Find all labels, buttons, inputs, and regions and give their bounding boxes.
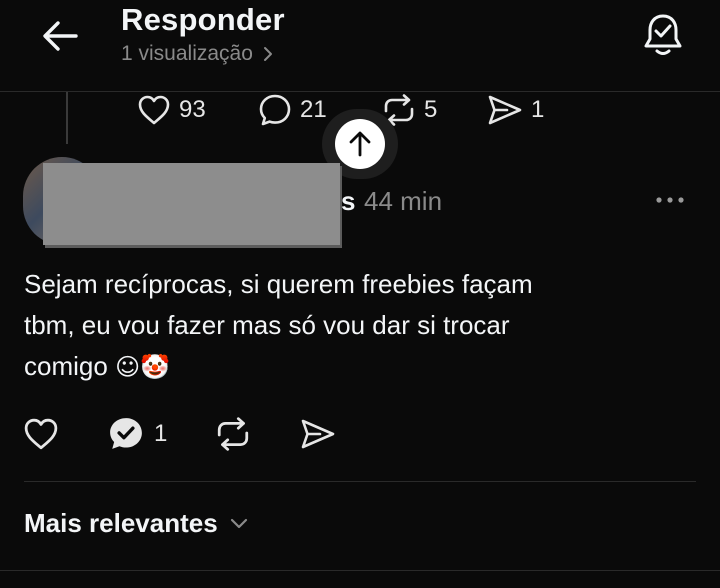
username[interactable]: s: [341, 186, 355, 217]
speech-bubble-icon: [258, 93, 292, 127]
arrow-up-icon: [348, 131, 372, 157]
prev-reply-count: 21: [300, 96, 327, 123]
views-count: 1 visualização: [121, 42, 253, 65]
prev-share-count: 1: [531, 96, 545, 123]
post-time: 44 min: [364, 186, 443, 216]
prev-repost-count: 5: [424, 96, 438, 123]
page-title: Responder: [121, 2, 285, 37]
redacted-username-block: [43, 163, 340, 245]
sort-dropdown[interactable]: Mais relevantes: [24, 508, 248, 539]
repost-icon: [215, 417, 251, 451]
prev-like-button[interactable]: 93: [137, 92, 206, 128]
reply-count: 1: [154, 420, 168, 447]
post-text-line: Sejam recíprocas, si querem freebies faç…: [24, 269, 533, 299]
more-horizontal-icon: [655, 196, 685, 204]
thread-line: [66, 92, 68, 144]
heart-icon: [137, 94, 171, 126]
send-icon: [300, 417, 336, 451]
reply-button[interactable]: 1: [108, 414, 167, 454]
chevron-right-icon: [263, 46, 273, 62]
reply-check-icon: [108, 416, 144, 452]
back-button[interactable]: [38, 16, 82, 56]
share-button[interactable]: [300, 414, 336, 454]
sort-label: Mais relevantes: [24, 508, 218, 538]
views-link[interactable]: 1 visualização: [121, 42, 273, 66]
repost-button[interactable]: [215, 414, 251, 454]
heart-icon: [22, 417, 60, 451]
more-options-button[interactable]: [652, 188, 688, 212]
notifications-button[interactable]: [638, 10, 688, 60]
send-icon: [487, 94, 523, 126]
header-divider: [0, 91, 720, 92]
prev-like-count: 93: [179, 96, 206, 123]
section-divider: [0, 570, 720, 571]
like-button[interactable]: [22, 414, 60, 454]
section-divider: [24, 481, 696, 482]
post-text-line: comigo ☺🤡: [24, 346, 664, 388]
prev-share-button[interactable]: 1: [487, 92, 544, 128]
emoji-smile-clown: ☺🤡: [115, 353, 170, 381]
post-text-line: tbm, eu vou fazer mas só vou dar si troc…: [24, 310, 510, 340]
arrow-left-icon: [42, 20, 78, 52]
bell-check-icon: [643, 13, 683, 57]
post-body: Sejam recíprocas, si querem freebies faç…: [24, 264, 664, 388]
post-text-end: comigo: [24, 351, 108, 381]
chevron-down-icon: [230, 518, 248, 530]
prev-reply-button[interactable]: 21: [258, 92, 327, 128]
